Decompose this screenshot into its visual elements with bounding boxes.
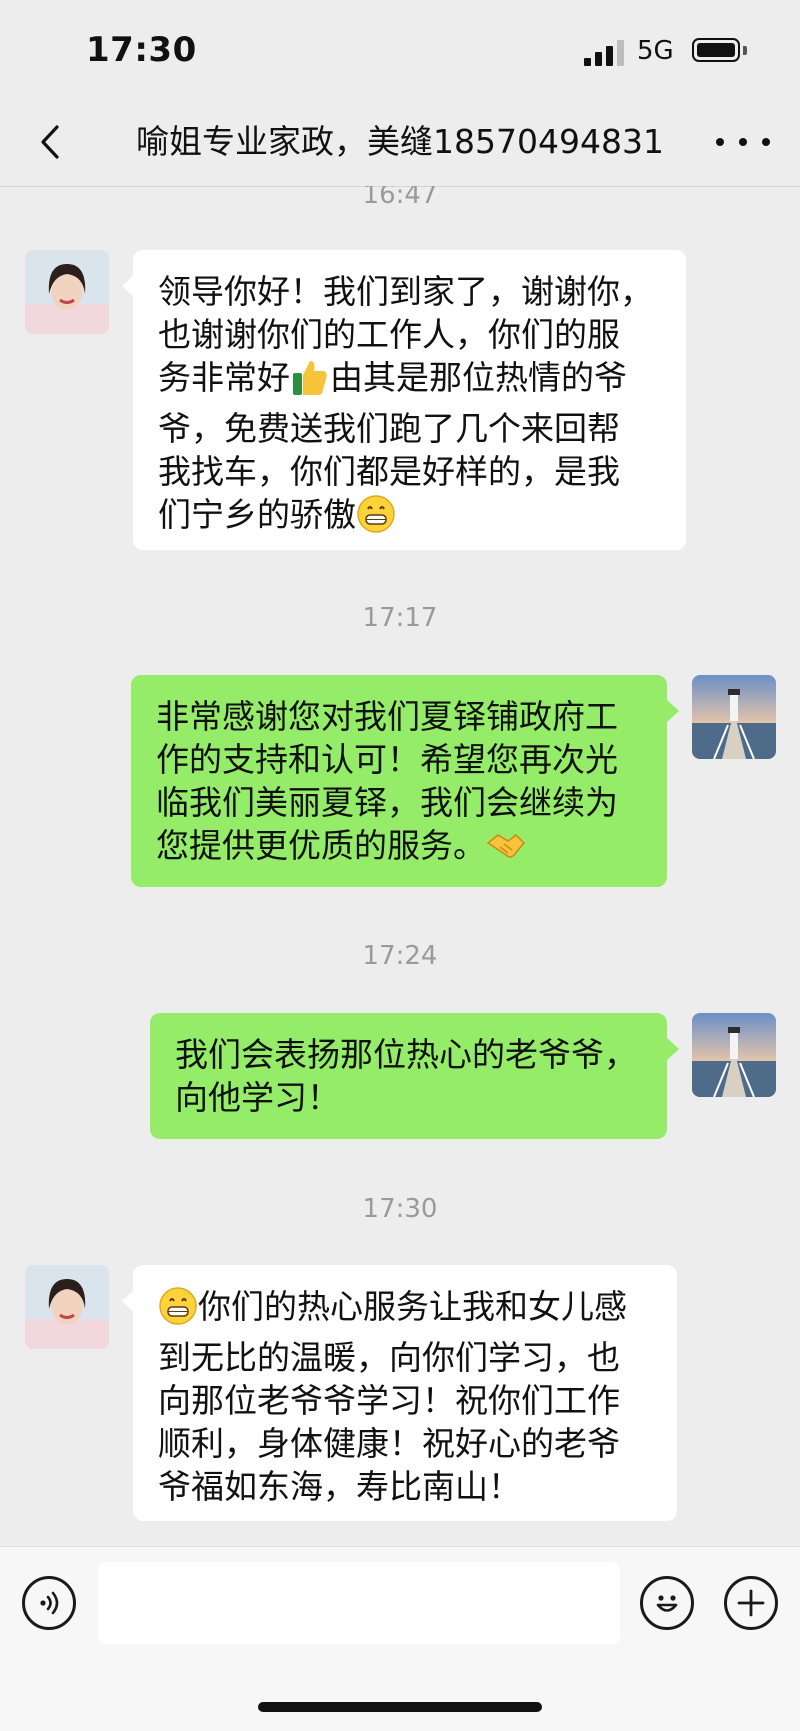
- my-avatar[interactable]: [692, 1013, 776, 1097]
- voice-icon: [40, 1591, 59, 1615]
- message-line: 向他学习！: [175, 1078, 340, 1117]
- message-line: 我找车，你们都是好样的，是我: [158, 452, 620, 491]
- message-line: 非常感谢您对我们夏铎铺政府工: [156, 697, 618, 736]
- back-button[interactable]: [30, 118, 70, 166]
- timestamp: 17:17: [362, 603, 438, 633]
- contact-avatar[interactable]: [25, 1265, 109, 1349]
- thumbs-up-icon: [290, 357, 330, 407]
- timestamp: 17:30: [362, 1194, 438, 1224]
- chevron-left-icon: [41, 125, 59, 159]
- battery-tip: [743, 46, 747, 55]
- message-line: 顺利，身体健康！祝好心的老爷: [158, 1424, 620, 1463]
- voice-button[interactable]: [22, 1576, 76, 1630]
- more-button[interactable]: [716, 118, 770, 166]
- plus-icon: [737, 1589, 765, 1617]
- chat-title: 喻姐专业家政，美缝18570494831: [136, 122, 664, 161]
- outgoing-message-bubble[interactable]: 非常感谢您对我们夏铎铺政府工 作的支持和认可！希望您再次光 临我们美丽夏铎，我们…: [131, 675, 667, 887]
- grinning-face-icon: [158, 1286, 198, 1336]
- my-avatar[interactable]: [692, 675, 776, 759]
- incoming-message-bubble[interactable]: 领导你好！我们到家了，谢谢你， 也谢谢你们的工作人，你们的服 务非常好 由其是那位…: [133, 250, 686, 550]
- message-line: 到无比的温暖，向你们学习，也: [158, 1338, 620, 1377]
- message-line: 临我们美丽夏铎，我们会继续为: [156, 783, 618, 822]
- message-input[interactable]: [98, 1562, 620, 1644]
- incoming-message-bubble[interactable]: 你们的热心服务让我和女儿感 到无比的温暖，向你们学习，也 向那位老爷爷学习！祝你…: [133, 1265, 677, 1521]
- message-line: 也谢谢你们的工作人，你们的服: [158, 315, 620, 354]
- outgoing-message-bubble[interactable]: 我们会表扬那位热心的老爷爷， 向他学习！: [150, 1013, 667, 1139]
- message-line: 向那位老爷爷学习！祝你们工作: [158, 1381, 620, 1420]
- battery-icon: [692, 38, 740, 62]
- timestamp: 17:24: [362, 941, 438, 971]
- message-line: 我们会表扬那位热心的老爷爷，: [175, 1035, 637, 1074]
- message-line: 务非常好: [158, 358, 290, 397]
- message-line: 爷福如东海，寿比南山！: [158, 1467, 521, 1506]
- message-line: 们宁乡的骄傲: [158, 495, 356, 534]
- signal-icon: [584, 40, 626, 66]
- handshake-icon: [486, 825, 526, 875]
- emoji-icon: [656, 1595, 678, 1612]
- message-line: 你们的热心服务让我和女儿感: [198, 1287, 627, 1326]
- home-indicator: [258, 1702, 542, 1712]
- message-line: 您提供更优质的服务。: [156, 826, 486, 865]
- message-line: 领导你好！我们到家了，谢谢你，: [158, 272, 653, 311]
- grinning-face-icon: [356, 494, 396, 544]
- add-button[interactable]: [724, 1576, 778, 1630]
- emoji-button[interactable]: [640, 1576, 694, 1630]
- more-dots-icon: [716, 138, 724, 146]
- contact-avatar[interactable]: [25, 250, 109, 334]
- network-label: 5G: [637, 36, 674, 66]
- message-line: 爷，免费送我们跑了几个来回帮: [158, 409, 620, 448]
- status-time: 17:30: [86, 30, 197, 70]
- message-line: 由其是那位热情的爷: [330, 358, 627, 397]
- message-line: 作的支持和认可！希望您再次光: [156, 740, 618, 779]
